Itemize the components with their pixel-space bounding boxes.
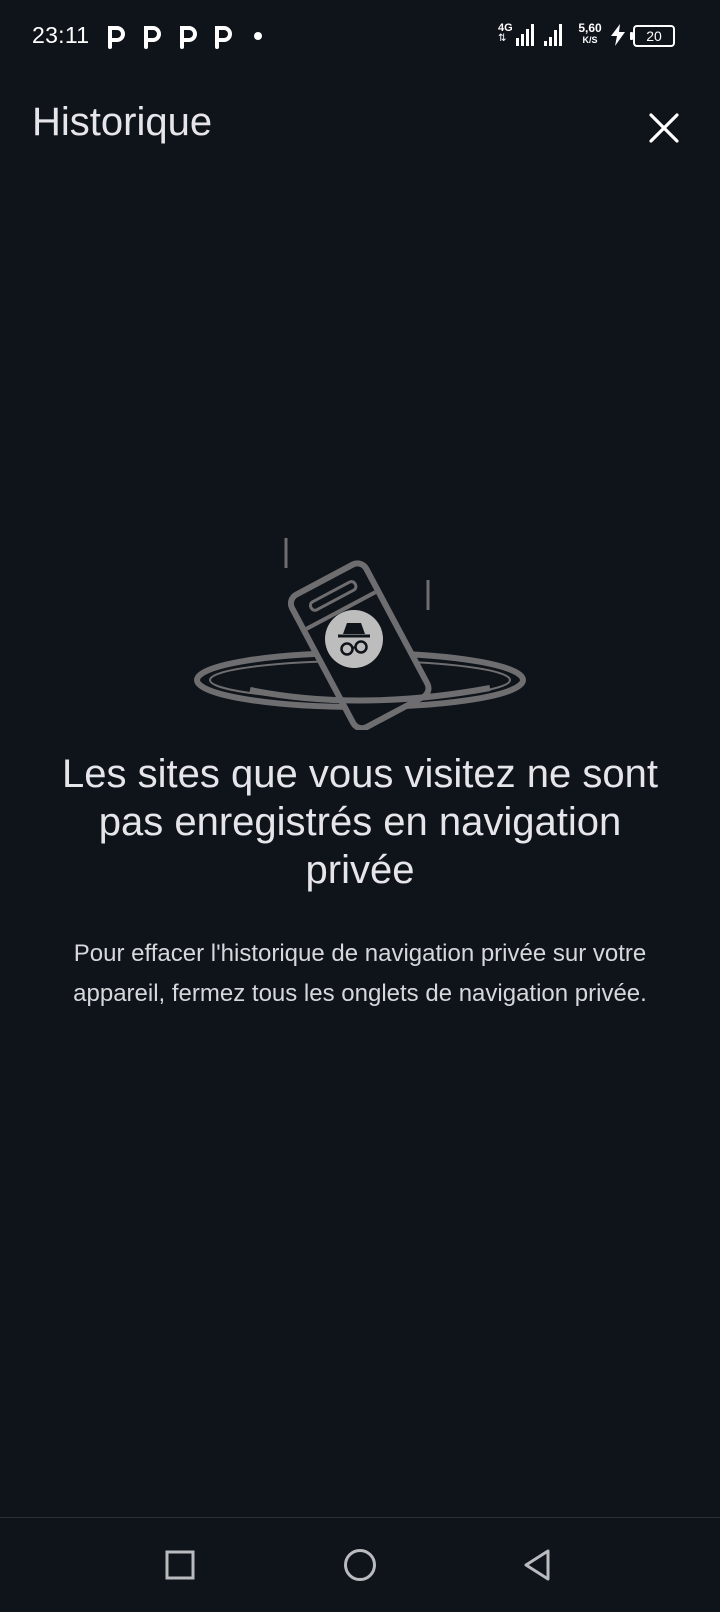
battery-level: 20 [646,28,662,44]
network-arrows: ⇅ [498,33,507,44]
charging-icon [611,24,625,46]
back-button[interactable] [512,1540,562,1590]
status-time: 23:11 [32,22,90,48]
notification-icons [107,23,267,49]
recents-button[interactable] [155,1540,205,1590]
signal-icon [516,24,534,46]
speed-unit: K/S [582,35,598,45]
home-circle-icon [344,1549,376,1581]
system-icons: 4G ⇅ 5,60 K/S 20 [498,22,688,52]
speed-value: 5,60 [578,21,602,35]
home-button[interactable] [335,1540,385,1590]
p-icon [215,26,232,49]
signal-icon [544,24,562,46]
battery-icon: 20 [630,25,675,47]
dot-icon [254,32,262,40]
navigation-bar [0,1518,720,1612]
p-icon [180,26,197,49]
page-title: Historique [32,100,213,144]
back-triangle-icon [524,1549,550,1581]
close-button[interactable] [640,104,688,152]
close-icon [649,113,679,143]
p-icon [108,26,125,49]
empty-state-description: Pour effacer l'historique de navigation … [73,940,647,1007]
recents-square-icon [165,1550,195,1580]
status-bar: 23:11 4G ⇅ 5,60 K/S 20 [0,0,720,72]
empty-state-title: Les sites que vous visitez ne sont pas e… [62,752,658,892]
p-icon [144,26,161,49]
incognito-illustration [190,530,530,732]
network-speed: 5,60 K/S [574,21,606,46]
